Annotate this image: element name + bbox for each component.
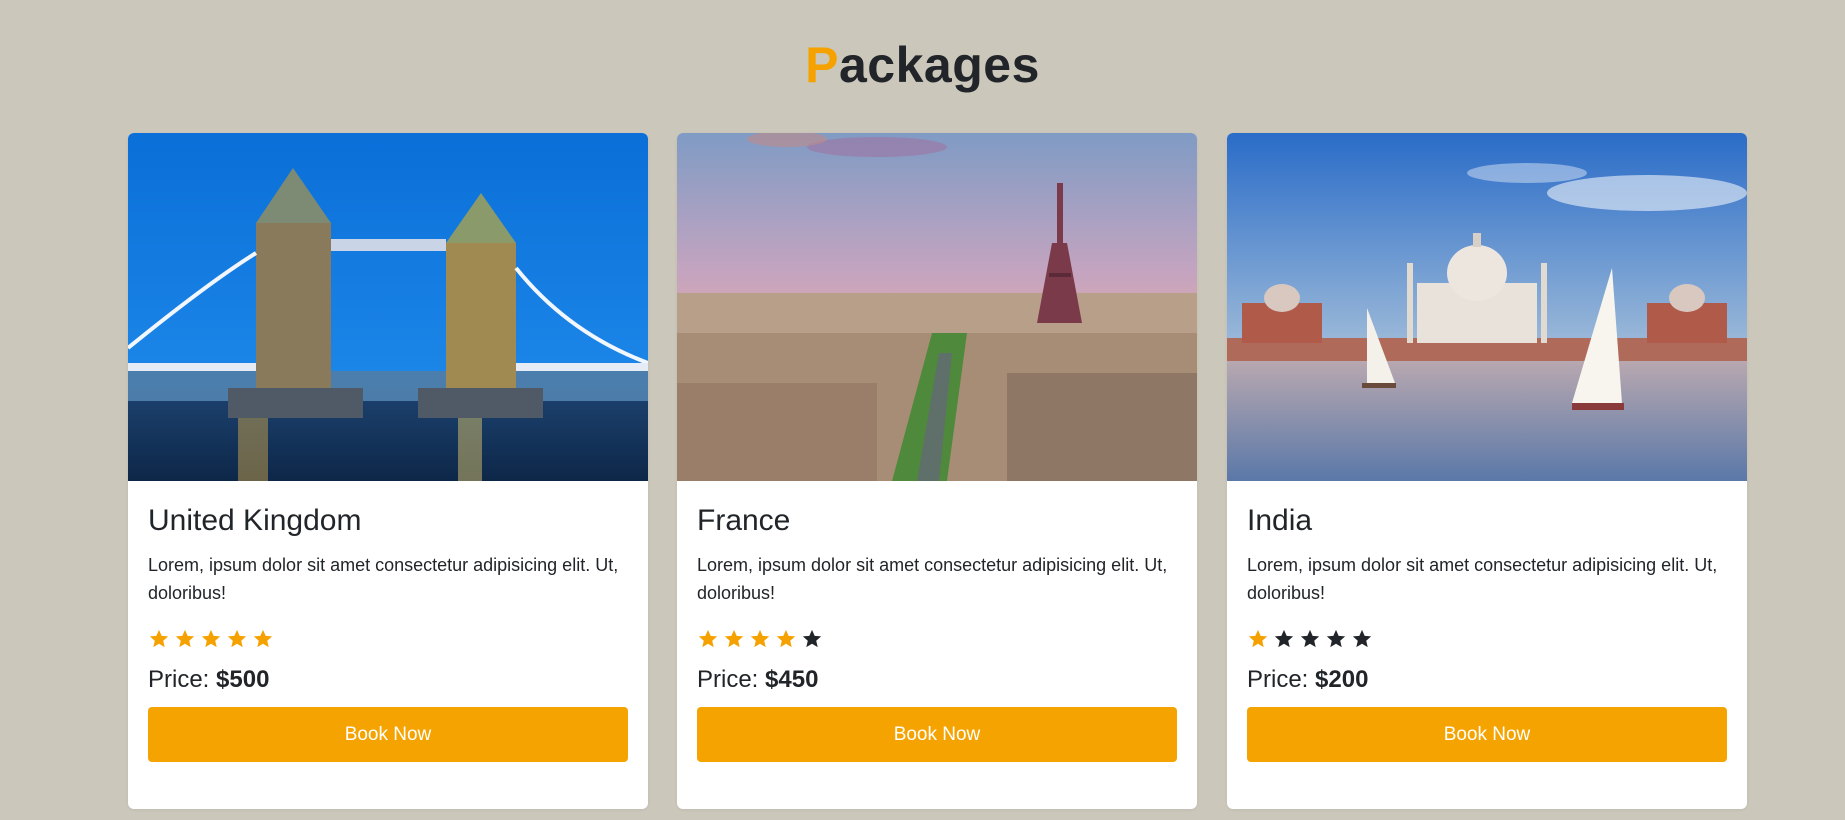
package-image-taj-mahal bbox=[1227, 133, 1747, 481]
book-now-button[interactable]: Book Now bbox=[697, 707, 1177, 762]
title-rest: ackages bbox=[838, 37, 1040, 93]
package-description: Lorem, ipsum dolor sit amet consectetur … bbox=[1247, 555, 1718, 603]
price-value: $450 bbox=[765, 666, 819, 693]
star-icon bbox=[1351, 628, 1373, 650]
star-icon bbox=[174, 628, 196, 650]
package-title: France bbox=[697, 504, 791, 537]
package-price: Price: $450 bbox=[697, 665, 1177, 695]
star-icon bbox=[775, 628, 797, 650]
package-price: Price: $500 bbox=[148, 665, 628, 695]
book-now-button[interactable]: Book Now bbox=[148, 707, 628, 762]
star-icon bbox=[697, 628, 719, 650]
star-icon bbox=[252, 628, 274, 650]
package-image-tower-bridge bbox=[128, 133, 648, 481]
package-description: Lorem, ipsum dolor sit amet consectetur … bbox=[697, 555, 1168, 603]
star-icon bbox=[1299, 628, 1321, 650]
star-icon bbox=[226, 628, 248, 650]
star-icon bbox=[749, 628, 771, 650]
package-card-france: France Lorem, ipsum dolor sit amet conse… bbox=[677, 133, 1197, 809]
package-card-united-kingdom: United Kingdom Lorem, ipsum dolor sit am… bbox=[128, 133, 648, 809]
price-label: Price: bbox=[697, 666, 759, 693]
star-icon bbox=[148, 628, 170, 650]
section-title: Packages bbox=[0, 36, 1845, 94]
star-icon bbox=[1325, 628, 1347, 650]
package-image-paris bbox=[677, 133, 1197, 481]
price-label: Price: bbox=[148, 666, 210, 693]
book-now-button[interactable]: Book Now bbox=[1247, 707, 1727, 762]
star-icon bbox=[723, 628, 745, 650]
rating-stars bbox=[1247, 627, 1727, 651]
star-icon bbox=[1273, 628, 1295, 650]
star-icon bbox=[200, 628, 222, 650]
price-label: Price: bbox=[1247, 666, 1309, 693]
price-value: $500 bbox=[216, 666, 270, 693]
package-title: India bbox=[1247, 504, 1313, 537]
title-accent-letter: P bbox=[805, 37, 839, 93]
price-value: $200 bbox=[1315, 666, 1369, 693]
package-title: United Kingdom bbox=[148, 504, 362, 537]
packages-page: Packages United Kingdom Lorem, ipsum dol… bbox=[0, 0, 1845, 820]
package-card-india: India Lorem, ipsum dolor sit amet consec… bbox=[1227, 133, 1747, 809]
rating-stars bbox=[148, 627, 628, 651]
package-price: Price: $200 bbox=[1247, 665, 1727, 695]
star-icon bbox=[1247, 628, 1269, 650]
star-icon bbox=[801, 628, 823, 650]
rating-stars bbox=[697, 627, 1177, 651]
package-description: Lorem, ipsum dolor sit amet consectetur … bbox=[148, 555, 619, 603]
